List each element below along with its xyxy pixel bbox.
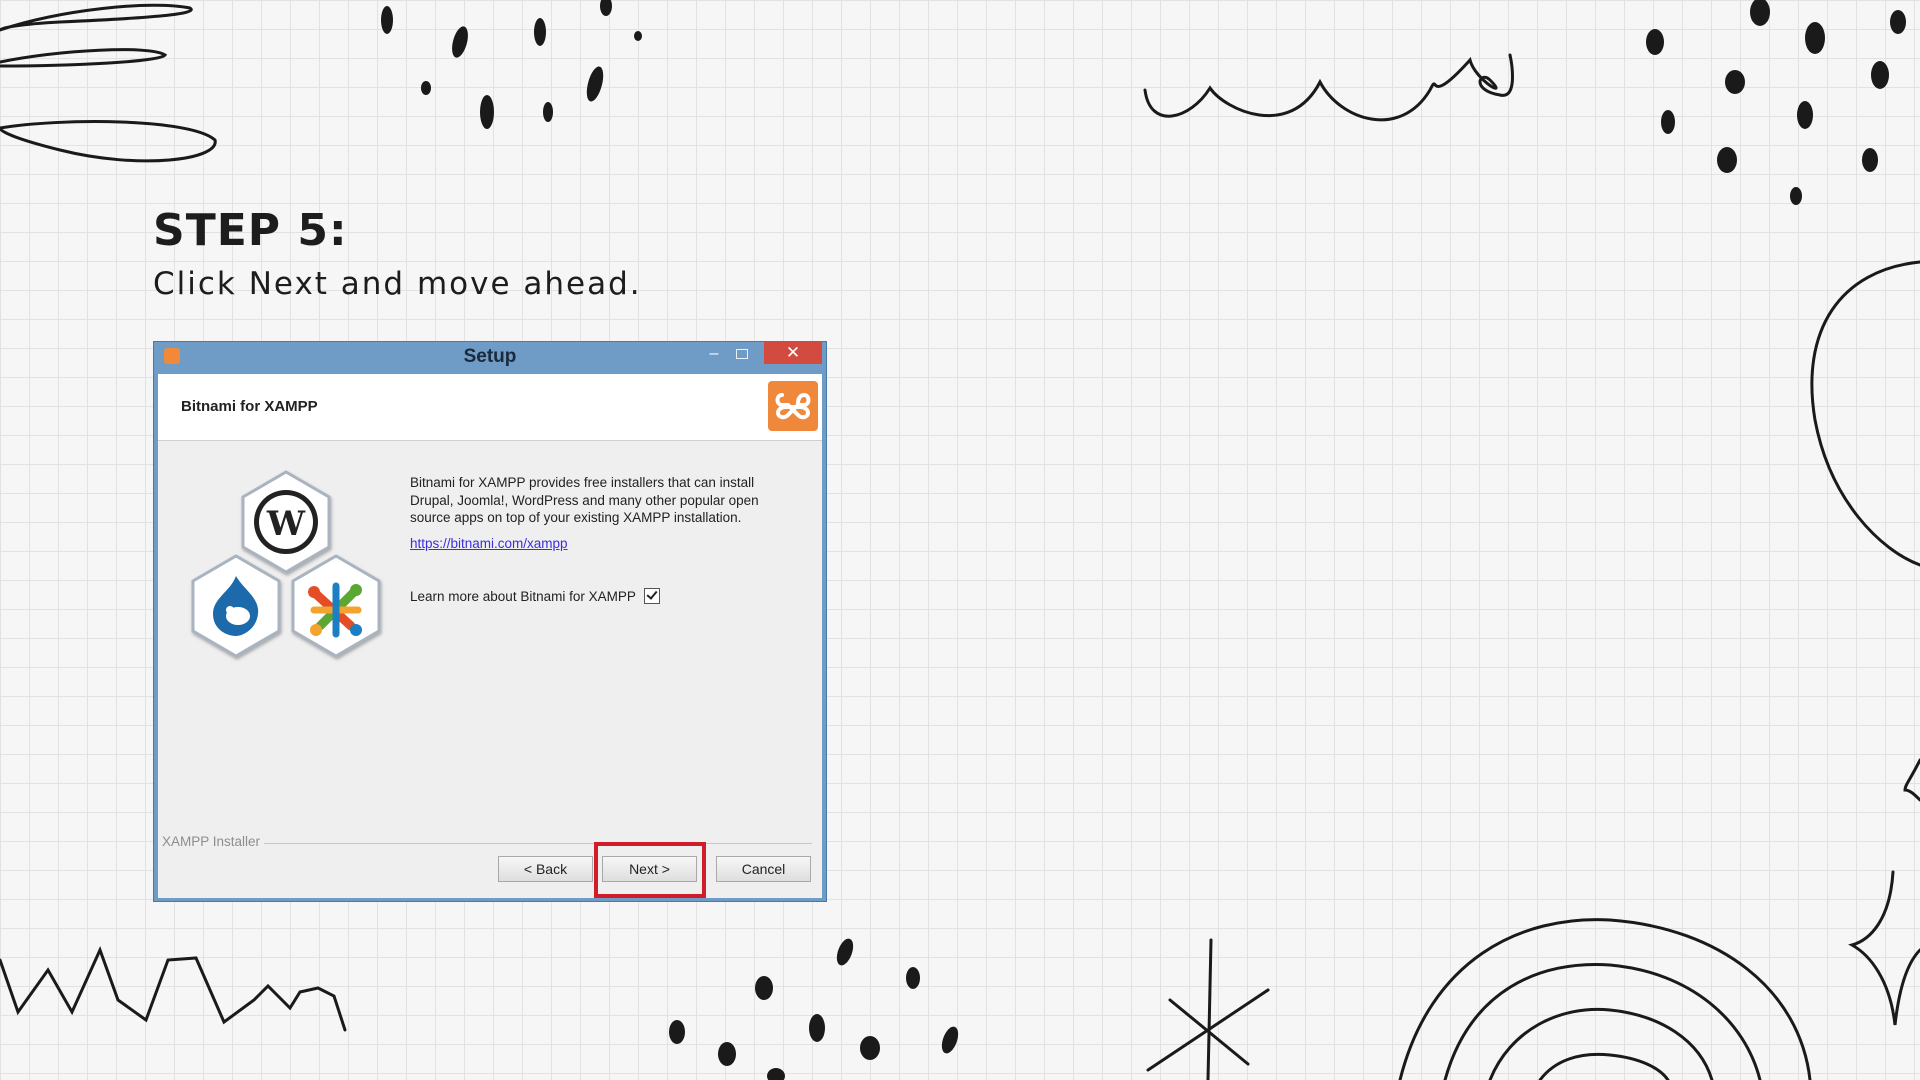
dash-cluster-bottom	[669, 938, 959, 1080]
scribble-loop-1	[0, 3, 193, 32]
xampp-logo-icon	[768, 381, 818, 431]
maximize-button[interactable]	[730, 344, 754, 366]
minimize-button[interactable]: –	[702, 344, 726, 366]
sparkle-right	[1848, 870, 1920, 1026]
circle-right	[1810, 260, 1920, 567]
installer-label: XAMPP Installer	[162, 834, 265, 849]
wave-top	[1143, 53, 1514, 122]
bitnami-link[interactable]: https://bitnami.com/xampp	[410, 536, 568, 551]
drupal-icon	[191, 554, 281, 658]
svg-text:W: W	[266, 504, 306, 544]
close-button[interactable]: ✕	[764, 342, 822, 364]
dialog-titlebar[interactable]: Setup – ✕	[154, 342, 826, 374]
header-title: Bitnami for XAMPP	[181, 398, 318, 415]
sparkle-edge	[1903, 758, 1920, 802]
dash-cluster-top	[381, 0, 642, 129]
cms-logos: W	[191, 470, 381, 658]
asterisk-bottom	[1146, 938, 1270, 1080]
learn-more-row: Learn more about Bitnami for XAMPP	[410, 586, 660, 606]
learn-more-checkbox[interactable]	[643, 588, 660, 604]
back-button[interactable]: < Back	[498, 856, 593, 882]
learn-more-label: Learn more about Bitnami for XAMPP	[410, 588, 636, 604]
next-button-highlight	[594, 842, 706, 898]
step-title: STEP 5:	[153, 205, 348, 256]
joomla-icon	[291, 554, 381, 658]
wordpress-icon: W	[241, 470, 331, 574]
description-text: Bitnami for XAMPP provides free installe…	[410, 475, 759, 525]
zigzag-bottom-left	[0, 946, 347, 1032]
dash-cluster-top-right	[1646, 0, 1906, 205]
scribble-loop-2	[0, 48, 168, 68]
setup-dialog: Setup – ✕ Bitnami for XAMPP W Bitnami fo…	[153, 341, 827, 902]
dialog-body: Bitnami for XAMPP W Bitnami for XAMPP pr…	[158, 374, 822, 898]
concentric-arcs	[1398, 918, 1812, 1080]
dialog-header: Bitnami for XAMPP	[158, 374, 822, 441]
step-instruction: Click Next and move ahead.	[153, 266, 642, 302]
cancel-button[interactable]: Cancel	[716, 856, 811, 882]
scribble-loop-3	[0, 120, 217, 163]
